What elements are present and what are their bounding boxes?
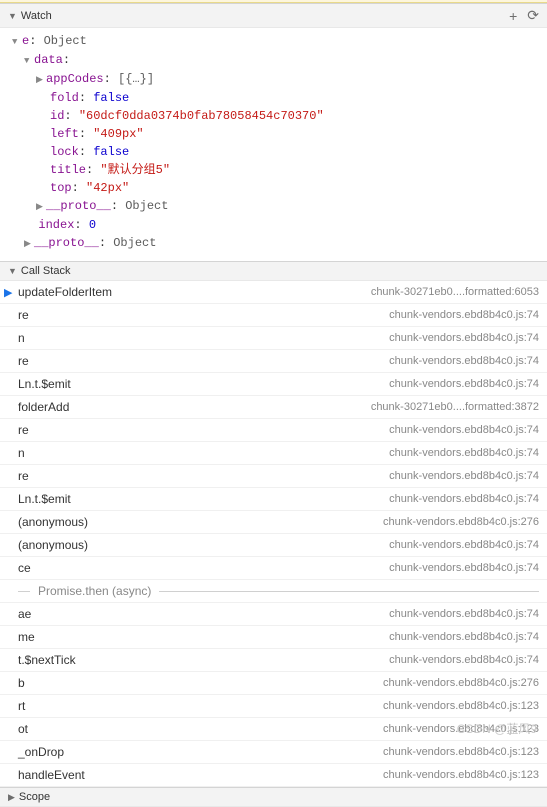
frame-function: me xyxy=(18,630,389,644)
expand-icon[interactable]: ▶ xyxy=(36,72,46,88)
frame-function: ae xyxy=(18,607,389,621)
stack-frame[interactable]: nchunk-vendors.ebd8b4c0.js:74 xyxy=(0,442,547,465)
frame-location: chunk-vendors.ebd8b4c0.js:123 xyxy=(383,700,539,712)
stack-frame[interactable]: rtchunk-vendors.ebd8b4c0.js:123 xyxy=(0,695,547,718)
frame-location: chunk-vendors.ebd8b4c0.js:74 xyxy=(389,378,539,390)
tree-row[interactable]: lock: false xyxy=(0,143,547,161)
stack-frame[interactable]: handleEventchunk-vendors.ebd8b4c0.js:123 xyxy=(0,764,547,787)
watermark: CSDN @蓝风9 xyxy=(457,720,537,737)
stack-frame[interactable]: mechunk-vendors.ebd8b4c0.js:74 xyxy=(0,626,547,649)
frame-function: rt xyxy=(18,699,383,713)
stack-frame[interactable]: (anonymous)chunk-vendors.ebd8b4c0.js:74 xyxy=(0,534,547,557)
frame-location: chunk-30271eb0....formatted:3872 xyxy=(371,401,539,413)
frame-location: chunk-vendors.ebd8b4c0.js:74 xyxy=(389,309,539,321)
frame-location: chunk-vendors.ebd8b4c0.js:74 xyxy=(389,355,539,367)
frame-function: re xyxy=(18,354,389,368)
frame-function: n xyxy=(18,446,389,460)
frame-function: re xyxy=(18,469,389,483)
stack-frame[interactable]: folderAddchunk-30271eb0....formatted:387… xyxy=(0,396,547,419)
stack-frame[interactable]: nchunk-vendors.ebd8b4c0.js:74 xyxy=(0,327,547,350)
stack-frame[interactable]: bchunk-vendors.ebd8b4c0.js:276 xyxy=(0,672,547,695)
tree-row[interactable]: ▶__proto__: Object xyxy=(0,234,547,253)
frame-location: chunk-vendors.ebd8b4c0.js:123 xyxy=(383,769,539,781)
frame-location: chunk-vendors.ebd8b4c0.js:74 xyxy=(389,631,539,643)
callstack-body: ▶updateFolderItemchunk-30271eb0....forma… xyxy=(0,281,547,580)
frame-function: handleEvent xyxy=(18,768,383,782)
stack-frame[interactable]: t.$nextTickchunk-vendors.ebd8b4c0.js:74 xyxy=(0,649,547,672)
stack-frame[interactable]: (anonymous)chunk-vendors.ebd8b4c0.js:276 xyxy=(0,511,547,534)
frame-location: chunk-vendors.ebd8b4c0.js:74 xyxy=(389,562,539,574)
frame-function: n xyxy=(18,331,389,345)
frame-location: chunk-30271eb0....formatted:6053 xyxy=(371,286,539,298)
tree-row[interactable]: ▼e: Object xyxy=(0,32,547,51)
callstack-panel-title: Call Stack xyxy=(21,265,539,277)
add-watch-icon[interactable]: + xyxy=(509,8,517,24)
collapse-icon[interactable]: ▼ xyxy=(8,11,17,21)
stack-frame[interactable]: Ln.t.$emitchunk-vendors.ebd8b4c0.js:74 xyxy=(0,373,547,396)
stack-frame[interactable]: ▶ updateFolderItemchunk-30271eb0....forma… xyxy=(0,281,547,304)
frame-location: chunk-vendors.ebd8b4c0.js:74 xyxy=(389,608,539,620)
stack-frame[interactable]: rechunk-vendors.ebd8b4c0.js:74 xyxy=(0,350,547,373)
stack-frame[interactable]: Ln.t.$emitchunk-vendors.ebd8b4c0.js:74 xyxy=(0,488,547,511)
frame-location: chunk-vendors.ebd8b4c0.js:74 xyxy=(389,493,539,505)
stack-frame[interactable]: cechunk-vendors.ebd8b4c0.js:74 xyxy=(0,557,547,580)
frame-location: chunk-vendors.ebd8b4c0.js:74 xyxy=(389,447,539,459)
scope-panel-title: Scope xyxy=(19,791,539,803)
frame-location: chunk-vendors.ebd8b4c0.js:74 xyxy=(389,654,539,666)
frame-location: chunk-vendors.ebd8b4c0.js:74 xyxy=(389,424,539,436)
async-label: Promise.then (async) xyxy=(38,584,151,598)
tree-row[interactable]: id: "60dcf0dda0374b0fab78058454c70370" xyxy=(0,107,547,125)
frame-function: t.$nextTick xyxy=(18,653,389,667)
frame-function: folderAdd xyxy=(18,400,371,414)
frame-function: re xyxy=(18,308,389,322)
tree-row[interactable]: ▶__proto__: Object xyxy=(0,197,547,216)
tree-row[interactable]: left: "409px" xyxy=(0,125,547,143)
watch-panel-title: Watch xyxy=(21,10,499,22)
stack-frame[interactable]: rechunk-vendors.ebd8b4c0.js:74 xyxy=(0,419,547,442)
frame-function: re xyxy=(18,423,389,437)
scope-panel-header[interactable]: ▶ Scope xyxy=(0,787,547,807)
frame-function: Ln.t.$emit xyxy=(18,377,389,391)
collapse-icon[interactable]: ▼ xyxy=(8,266,17,276)
frame-function: ce xyxy=(18,561,389,575)
callstack-body: aechunk-vendors.ebd8b4c0.js:74mechunk-ve… xyxy=(0,603,547,787)
stack-frame[interactable]: _onDropchunk-vendors.ebd8b4c0.js:123 xyxy=(0,741,547,764)
tree-row[interactable]: ▶appCodes: [{…}] xyxy=(0,70,547,89)
async-marker: Promise.then (async) xyxy=(0,580,547,603)
stack-frame[interactable]: rechunk-vendors.ebd8b4c0.js:74 xyxy=(0,465,547,488)
frame-function: (anonymous) xyxy=(18,538,389,552)
frame-location: chunk-vendors.ebd8b4c0.js:123 xyxy=(383,746,539,758)
stack-frame[interactable]: rechunk-vendors.ebd8b4c0.js:74 xyxy=(0,304,547,327)
frame-function: Ln.t.$emit xyxy=(18,492,389,506)
expand-icon[interactable]: ▶ xyxy=(8,792,15,803)
tree-row[interactable]: top: "42px" xyxy=(0,179,547,197)
frame-function: (anonymous) xyxy=(18,515,383,529)
current-frame-icon: ▶ xyxy=(4,286,12,299)
expand-icon[interactable]: ▼ xyxy=(12,34,22,50)
expand-icon[interactable]: ▼ xyxy=(24,53,34,69)
tree-row[interactable]: index: 0 xyxy=(0,216,547,234)
refresh-icon[interactable]: ⟳ xyxy=(527,7,539,24)
stack-frame[interactable]: aechunk-vendors.ebd8b4c0.js:74 xyxy=(0,603,547,626)
frame-location: chunk-vendors.ebd8b4c0.js:276 xyxy=(383,516,539,528)
frame-function: updateFolderItem xyxy=(18,285,371,299)
frame-function: _onDrop xyxy=(18,745,383,759)
expand-icon[interactable]: ▶ xyxy=(36,199,46,215)
frame-function: b xyxy=(18,676,383,690)
frame-function: ot xyxy=(18,722,383,736)
tree-row[interactable]: fold: false xyxy=(0,89,547,107)
expand-icon[interactable]: ▶ xyxy=(24,236,34,252)
tree-row[interactable]: title: "默认分组5" xyxy=(0,161,547,179)
frame-location: chunk-vendors.ebd8b4c0.js:276 xyxy=(383,677,539,689)
frame-location: chunk-vendors.ebd8b4c0.js:74 xyxy=(389,539,539,551)
tree-row[interactable]: ▼data: xyxy=(0,51,547,70)
frame-location: chunk-vendors.ebd8b4c0.js:74 xyxy=(389,470,539,482)
callstack-panel-header[interactable]: ▼ Call Stack xyxy=(0,261,547,281)
watch-body: ▼e: Object ▼data: ▶appCodes: [{…}] fold:… xyxy=(0,28,547,261)
watch-panel-header[interactable]: ▼ Watch + ⟳ xyxy=(0,3,547,28)
frame-location: chunk-vendors.ebd8b4c0.js:74 xyxy=(389,332,539,344)
